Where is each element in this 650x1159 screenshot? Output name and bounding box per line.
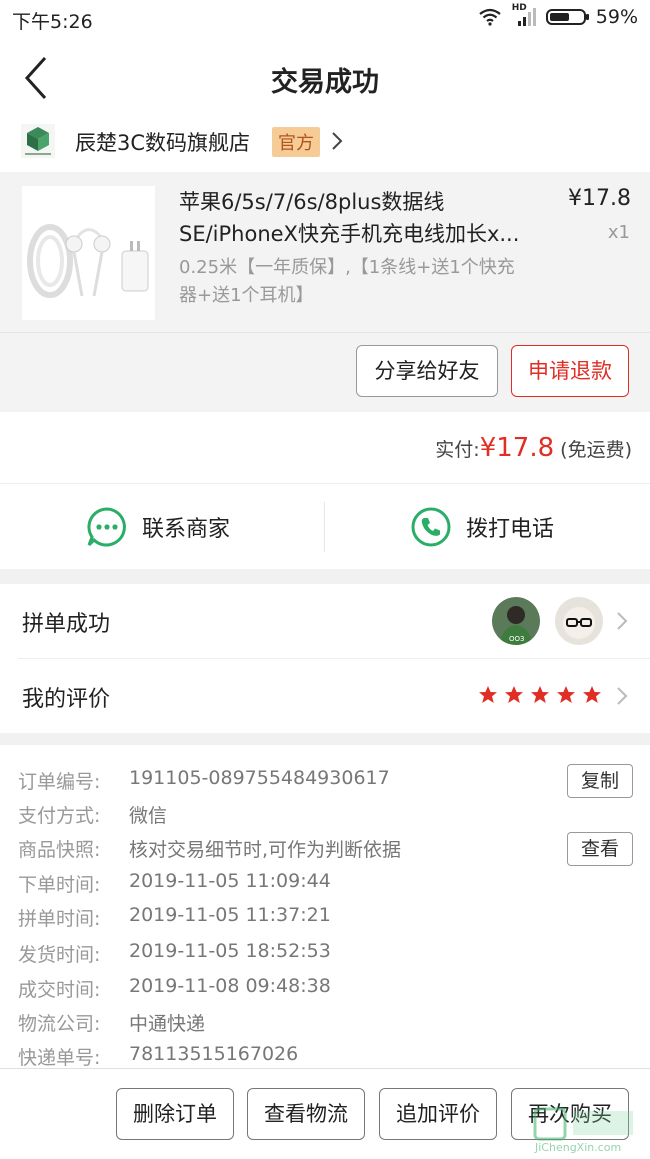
detail-value: 78113515167026: [129, 1043, 299, 1065]
detail-label: 下单时间:: [18, 874, 101, 896]
star-icon: [583, 686, 601, 703]
product-spec-line1: 0.25米【一年质保】,【1条线+送1个快充: [179, 257, 515, 278]
my-review-label: 我的评价: [22, 687, 111, 712]
product-price: ¥17.8: [568, 186, 631, 211]
shop-logo: [21, 124, 55, 158]
delete-order-button[interactable]: 删除订单: [116, 1088, 234, 1140]
refund-button[interactable]: 申请退款: [511, 345, 629, 397]
detail-value: 中通快递: [129, 1013, 206, 1035]
star-icon: [505, 686, 523, 703]
detail-value: 2019-11-08 09:48:38: [129, 975, 331, 997]
section-gap: [0, 569, 650, 584]
detail-logistics-company: 物流公司: 中通快递: [18, 1009, 205, 1036]
detail-ship-time: 发货时间: 2019-11-05 18:52:53: [18, 940, 331, 967]
wifi-icon: [479, 8, 501, 26]
detail-label: 发货时间:: [18, 944, 101, 966]
detail-label: 商品快照:: [18, 839, 101, 861]
chat-icon: [87, 507, 126, 547]
battery-percent: 59%: [595, 6, 638, 28]
section-gap: [0, 733, 650, 745]
call-label: 拨打电话: [466, 517, 555, 542]
detail-payment-method: 支付方式: 微信: [18, 801, 167, 828]
page-title: 交易成功: [271, 67, 379, 98]
product-spec-line2: 器+送1个耳机】: [179, 285, 314, 306]
detail-label: 订单编号:: [18, 771, 101, 793]
product-spec: 0.25米【一年质保】,【1条线+送1个快充 器+送1个耳机】: [179, 254, 549, 310]
navigation-bar: 交易成功: [0, 40, 650, 116]
group-success-row[interactable]: 拼单成功 OO3: [0, 584, 650, 658]
detail-group-time: 拼单时间: 2019-11-05 11:37:21: [18, 904, 331, 931]
detail-value: 2019-11-05 11:09:44: [129, 870, 331, 892]
detail-snapshot: 商品快照: 核对交易细节时,可作为判断依据: [18, 835, 401, 862]
battery-icon: [545, 9, 589, 25]
detail-value: 2019-11-05 18:52:53: [129, 940, 331, 962]
call-button[interactable]: 拨打电话: [410, 506, 554, 548]
detail-value: 核对交易细节时,可作为判断依据: [129, 839, 402, 861]
my-review-row[interactable]: 我的评价: [0, 659, 650, 733]
status-time: 下午5:26: [12, 11, 93, 33]
avatar: OO3: [492, 597, 540, 645]
paid-amount: 17.8: [496, 433, 555, 463]
chevron-right-icon: [617, 612, 628, 630]
shop-row[interactable]: 辰楚3C数码旗舰店 官方: [0, 116, 650, 172]
detail-order-number: 订单编号: 191105-089755484930617: [18, 767, 390, 794]
detail-tracking-number: 快递单号: 78113515167026: [18, 1043, 298, 1070]
product-image[interactable]: [22, 186, 155, 320]
status-bar: 下午5:26 HD 59%: [0, 0, 650, 40]
shop-name: 辰楚3C数码旗舰店: [75, 131, 251, 155]
detail-label: 支付方式:: [18, 805, 101, 827]
view-snapshot-button[interactable]: 查看: [567, 832, 633, 866]
detail-order-time: 下单时间: 2019-11-05 11:09:44: [18, 870, 331, 897]
add-review-button[interactable]: 追加评价: [379, 1088, 497, 1140]
watermark-logo: JiChengXin.com: [533, 1105, 648, 1155]
product-quantity: x1: [607, 222, 630, 243]
divider: [324, 502, 325, 552]
official-badge: 官方: [272, 127, 320, 157]
detail-label: 成交时间:: [18, 979, 101, 1001]
detail-label: 快递单号:: [18, 1047, 101, 1069]
bottom-action-bar: 删除订单 查看物流 追加评价 再次购买 JiChengXin.com: [0, 1068, 650, 1156]
payment-summary: 实付:¥17.8 (免运费): [435, 433, 632, 463]
group-success-label: 拼单成功: [22, 612, 111, 637]
product-title[interactable]: 苹果6/5s/7/6s/8plus数据线 SE/iPhoneX快充手机充电线加长…: [179, 186, 549, 250]
star-icon: [557, 686, 575, 703]
detail-deal-time: 成交时间: 2019-11-08 09:48:38: [18, 975, 331, 1002]
product-title-line1: 苹果6/5s/7/6s/8plus数据线: [179, 190, 445, 214]
share-button[interactable]: 分享给好友: [356, 345, 498, 397]
detail-value: 2019-11-05 11:37:21: [129, 904, 331, 926]
contact-bar: 联系商家 拨打电话: [0, 483, 650, 570]
shipping-note: (免运费): [560, 439, 632, 461]
detail-value: 191105-089755484930617: [129, 767, 390, 789]
status-icons: HD 59%: [478, 3, 638, 28]
watermark-text: JiChengXin.com: [535, 1141, 622, 1154]
product-card: 苹果6/5s/7/6s/8plus数据线 SE/iPhoneX快充手机充电线加长…: [0, 172, 650, 412]
detail-value: 微信: [129, 805, 168, 827]
paid-label: 实付:: [435, 439, 480, 461]
signal-icon: HD: [512, 3, 536, 27]
copy-button[interactable]: 复制: [567, 764, 633, 798]
order-details: 订单编号: 191105-089755484930617 复制 支付方式: 微信 商…: [0, 745, 650, 1070]
divider: [0, 332, 650, 333]
detail-label: 拼单时间:: [18, 908, 101, 930]
avatar: [555, 597, 603, 645]
contact-merchant-label: 联系商家: [142, 517, 231, 542]
phone-icon: [411, 507, 451, 547]
star-icon: [531, 686, 549, 703]
contact-merchant-button[interactable]: 联系商家: [86, 506, 230, 548]
paid-currency: ¥: [479, 433, 497, 463]
star-icon: [479, 686, 497, 703]
detail-label: 物流公司:: [18, 1013, 101, 1035]
product-title-line2: SE/iPhoneX快充手机充电线加长x...: [179, 222, 520, 246]
svg-text:OO3: OO3: [509, 635, 524, 643]
chevron-right-icon: [617, 687, 628, 705]
chevron-right-icon: [332, 132, 343, 150]
view-logistics-button[interactable]: 查看物流: [247, 1088, 365, 1140]
rating-stars: [478, 685, 602, 705]
